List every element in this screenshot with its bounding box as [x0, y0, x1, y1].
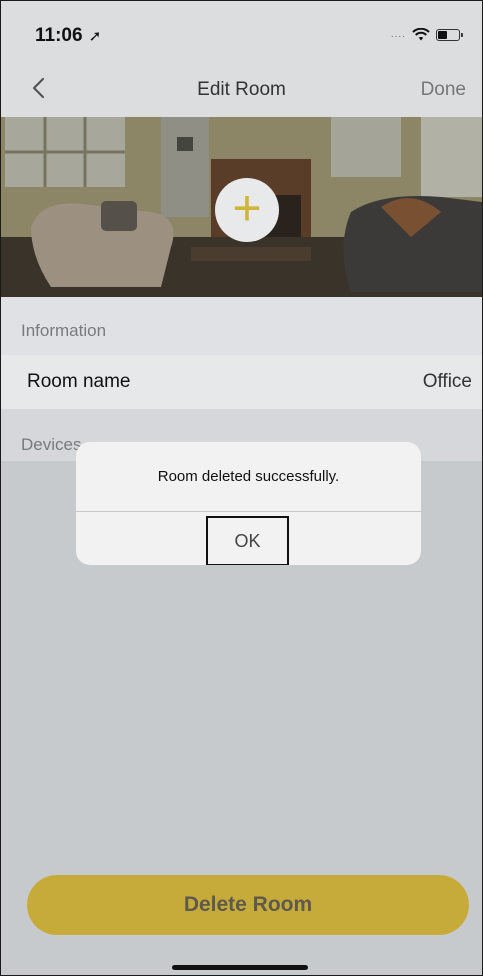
home-indicator[interactable] [172, 965, 308, 970]
location-arrow-icon: ➚ [84, 28, 102, 45]
room-name-label: Room name [27, 371, 131, 392]
add-photo-button[interactable]: + [215, 178, 279, 242]
delete-room-button[interactable]: Delete Room [27, 875, 469, 935]
time-text: 11:06 [35, 25, 83, 46]
information-section-label: Information [21, 321, 107, 340]
app-screen: 11:06 ➚ .... Edit Room Done + Informatio… [0, 0, 483, 976]
battery-icon [436, 28, 463, 41]
done-button[interactable]: Done [421, 79, 466, 101]
ok-button-label: OK [234, 530, 261, 551]
nav-bar: Edit Room Done [1, 63, 482, 117]
plus-icon: + [232, 180, 262, 236]
delete-room-label: Delete Room [183, 893, 313, 916]
signal-dots: .... [390, 29, 406, 40]
ok-button[interactable]: OK [206, 516, 289, 565]
room-name-row[interactable]: Room name Office [1, 355, 482, 409]
success-alert: Room deleted successfully. OK [76, 442, 421, 565]
status-time: 11:06 ➚ [35, 25, 101, 47]
room-name-value: Office [422, 371, 472, 392]
devices-section-label: Devices [21, 435, 82, 454]
status-icons: .... [390, 28, 463, 41]
page-title: Edit Room [197, 79, 286, 100]
wifi-icon [412, 28, 430, 41]
status-bar: 11:06 ➚ .... [1, 1, 482, 63]
alert-message: Room deleted successfully. [157, 468, 340, 485]
alert-divider [76, 511, 421, 512]
